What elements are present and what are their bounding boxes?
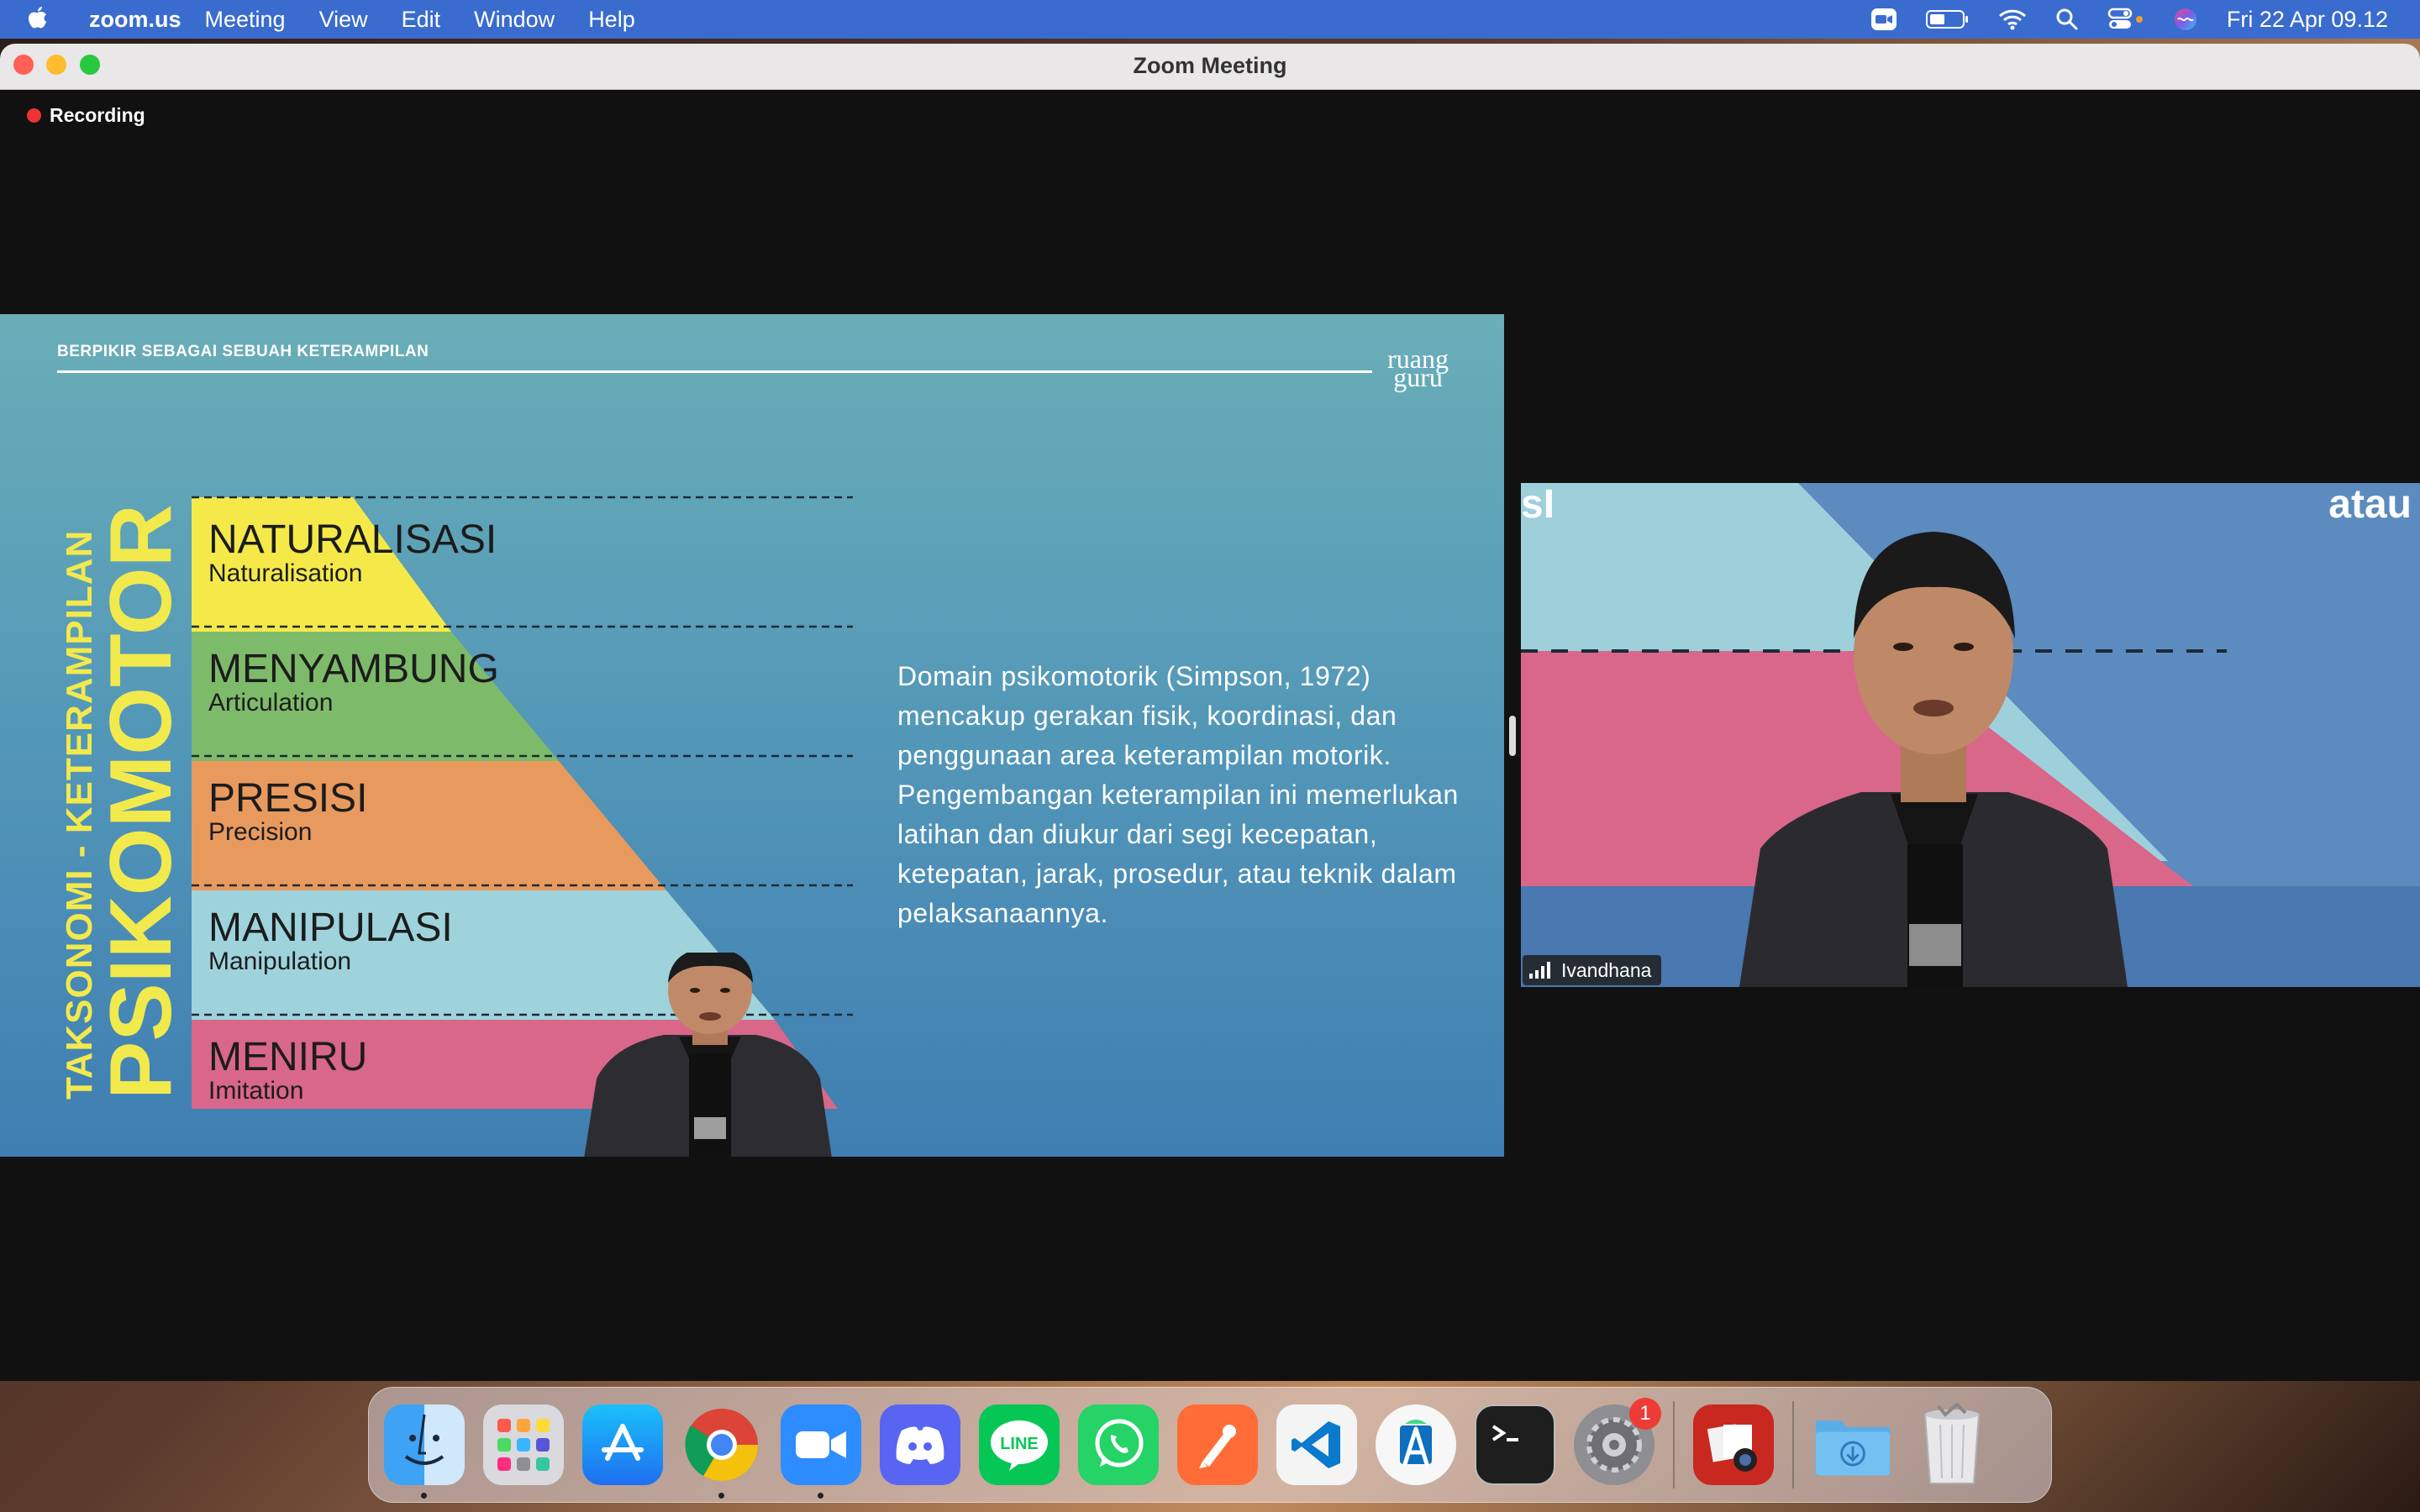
level-sub: Precision	[208, 818, 313, 846]
recording-dot-icon	[27, 108, 41, 123]
level-presisi: PRESISI Precision	[208, 778, 367, 845]
menu-bar: zoom.us Meeting View Edit Window Help Fr…	[0, 0, 2420, 39]
slide-paragraph: Domain psikomotorik (Simpson, 1972) menc…	[897, 661, 1459, 928]
system-preferences-icon[interactable]: 1	[1574, 1398, 1661, 1485]
finder-icon[interactable]	[384, 1404, 465, 1499]
participant-video-tile[interactable]: sI atau Ivandhana	[1521, 483, 2420, 987]
menu-help[interactable]: Help	[588, 7, 635, 33]
menu-meeting[interactable]: Meeting	[205, 7, 286, 33]
running-indicator	[818, 1493, 823, 1499]
window-titlebar[interactable]: Zoom Meeting	[0, 44, 2420, 90]
dock-separator	[1673, 1401, 1675, 1488]
line-icon-label: LINE	[1000, 1435, 1039, 1453]
dock-separator	[1792, 1401, 1794, 1488]
chrome-icon[interactable]	[681, 1404, 762, 1499]
level-naturalisasi: NATURALISASI Naturalisation	[208, 519, 497, 586]
participant-name: Ivandhana	[1561, 958, 1652, 981]
vscode-icon[interactable]	[1276, 1404, 1357, 1485]
running-indicator	[718, 1493, 724, 1499]
status-area: Fri 22 Apr 09.12	[1870, 0, 2420, 39]
vertical-main-title: PSIKOMOTOR	[92, 504, 190, 1100]
recording-indicator[interactable]: Recording	[27, 104, 145, 127]
menu-view[interactable]: View	[319, 7, 368, 33]
signal-strength-icon	[1529, 962, 1553, 979]
level-name: MENYAMBUNG	[208, 647, 499, 691]
participant-video-background	[1521, 483, 2420, 987]
split-view-handle[interactable]	[1509, 716, 1516, 756]
shared-screen-slide[interactable]: BERPIKIR SEBAGAI SEBUAH KETERAMPILAN rua…	[0, 314, 1504, 1157]
running-indicator	[421, 1493, 427, 1499]
trash-icon[interactable]	[1912, 1403, 1992, 1485]
window-title: Zoom Meeting	[1133, 53, 1287, 78]
level-name: PRESISI	[208, 776, 368, 821]
level-sub: Articulation	[208, 689, 334, 717]
participant-name-label: Ivandhana	[1523, 955, 1662, 985]
menubar-clock[interactable]: Fri 22 Apr 09.12	[2227, 7, 2388, 33]
level-name: MANIPULASI	[208, 906, 453, 950]
battery-icon[interactable]	[1925, 9, 1970, 29]
postman-icon[interactable]	[1177, 1404, 1258, 1485]
level-menyambung: MENYAMBUNG Articulation	[208, 648, 499, 716]
whatsapp-icon[interactable]	[1078, 1404, 1159, 1485]
level-manipulasi: MANIPULASI Manipulation	[208, 907, 453, 974]
level-meniru: MENIRU Imitation	[208, 1037, 367, 1104]
zoom-window: Zoom Meeting Recording BERPIKIR SEBAGAI …	[0, 44, 2420, 1381]
app-store-icon[interactable]	[582, 1404, 663, 1485]
apple-menu-icon[interactable]	[25, 5, 71, 34]
menu-app-name[interactable]: zoom.us	[89, 7, 182, 33]
level-sub: Imitation	[208, 1077, 304, 1105]
menu-window[interactable]: Window	[474, 7, 555, 33]
terminal-icon[interactable]	[1475, 1404, 1555, 1485]
siri-icon[interactable]	[2173, 7, 2198, 32]
level-name: MENIRU	[208, 1035, 368, 1079]
photo-booth-icon[interactable]	[1693, 1404, 1774, 1485]
menu-edit[interactable]: Edit	[402, 7, 441, 33]
vertical-title: TAKSONOMI - KETERAMPILAN PSIKOMOTOR	[59, 504, 190, 1100]
line-icon[interactable]: LINE	[979, 1404, 1060, 1485]
participant-bg-text-left: sI	[1521, 483, 1555, 527]
level-name: NATURALISASI	[208, 517, 497, 562]
level-sub: Manipulation	[208, 948, 352, 975]
participant-bg-text-right: atau	[2328, 483, 2412, 527]
control-center-icon[interactable]	[2107, 8, 2144, 31]
level-sub: Naturalisation	[208, 559, 363, 587]
downloads-folder-icon[interactable]	[1812, 1404, 1893, 1485]
recording-label: Recording	[50, 104, 145, 126]
launchpad-icon[interactable]	[483, 1404, 564, 1485]
search-icon[interactable]	[2055, 8, 2079, 31]
android-studio-icon[interactable]	[1376, 1404, 1456, 1485]
discord-icon[interactable]	[880, 1404, 960, 1485]
zoom-camera-icon[interactable]	[1870, 8, 1897, 31]
zoom-icon[interactable]	[781, 1404, 861, 1499]
notification-badge: 1	[1629, 1398, 1661, 1430]
dock: LINE 1	[368, 1387, 2052, 1503]
presenter-image	[584, 953, 832, 1157]
wifi-icon[interactable]	[1998, 8, 2027, 30]
